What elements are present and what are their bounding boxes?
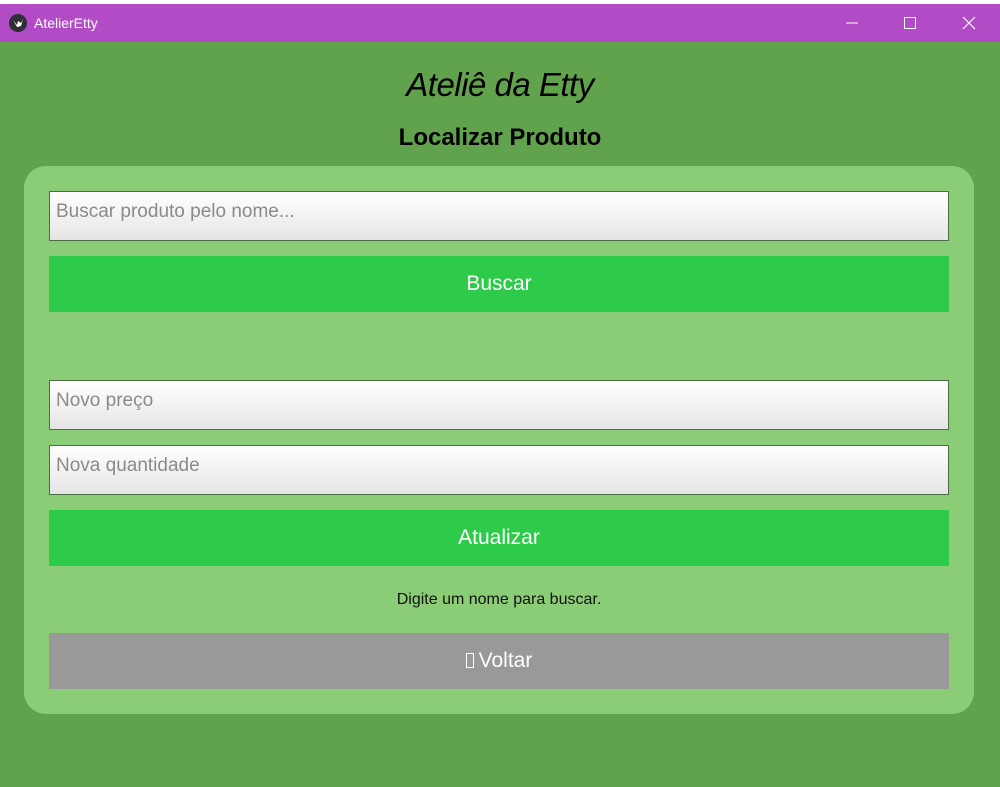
window-title: AtelierEtty: [34, 15, 98, 31]
price-input-placeholder: Novo preço: [56, 390, 154, 411]
title-bar[interactable]: AtelierEtty: [0, 4, 1000, 42]
back-button-label: Voltar: [478, 649, 533, 672]
search-button[interactable]: Buscar: [49, 256, 949, 312]
status-message: Digite um nome para buscar.: [396, 591, 602, 608]
maximize-icon: [904, 17, 916, 29]
kivy-logo-icon: [9, 14, 27, 32]
search-input-placeholder: Buscar produto pelo nome...: [56, 201, 295, 222]
quantity-input[interactable]: Nova quantidade: [49, 445, 949, 495]
app-window: AtelierEtty Ateliê da Etty Localizar Pro…: [0, 4, 1000, 787]
maximize-button[interactable]: [881, 4, 939, 42]
minimize-button[interactable]: [823, 4, 881, 42]
page-title: Ateliê da Etty: [406, 66, 594, 103]
back-button[interactable]: Voltar: [49, 633, 949, 689]
close-icon: [962, 16, 976, 30]
close-button[interactable]: [940, 4, 998, 42]
minimize-icon: [846, 22, 858, 24]
quantity-input-placeholder: Nova quantidade: [56, 455, 200, 476]
price-input[interactable]: Novo preço: [49, 380, 949, 430]
search-input[interactable]: Buscar produto pelo nome...: [49, 191, 949, 241]
form-panel: Buscar produto pelo nome... Buscar Novo …: [24, 166, 974, 714]
update-button[interactable]: Atualizar: [49, 510, 949, 566]
page-subtitle: Localizar Produto: [398, 124, 602, 151]
back-arrow-icon: [465, 653, 474, 668]
